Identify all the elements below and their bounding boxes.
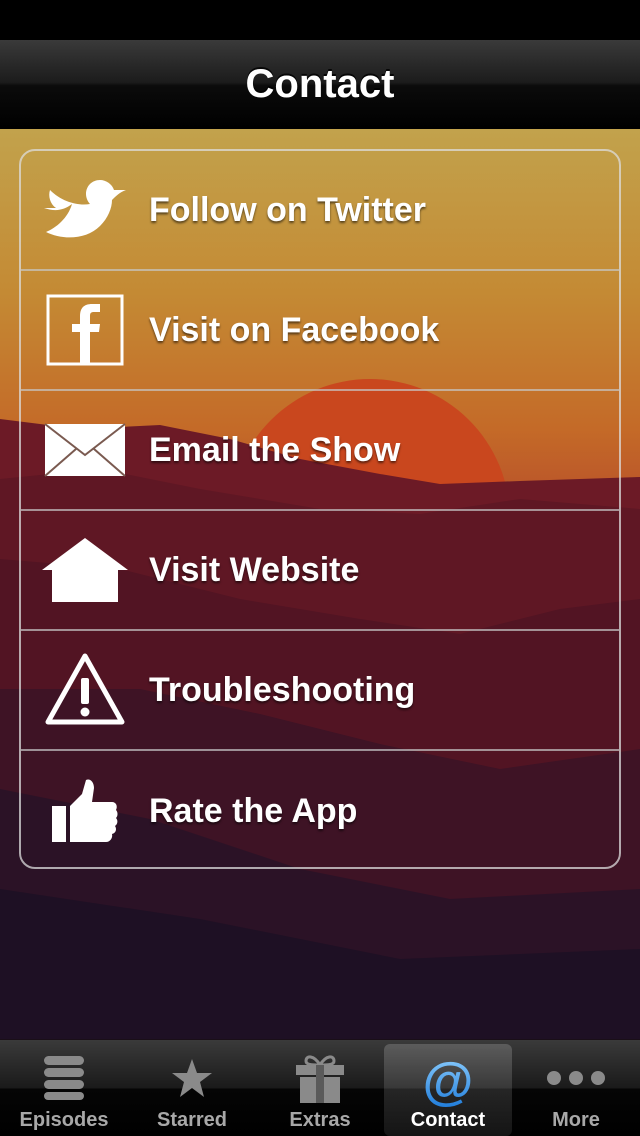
contact-row-email[interactable]: Email the Show [21, 391, 619, 511]
tab-episodes[interactable]: Episodes [0, 1040, 128, 1136]
contact-row-label: Rate the App [149, 791, 358, 830]
svg-text:@: @ [423, 1055, 474, 1109]
tab-bar: Episodes Starred Extras @ Contact More [0, 1040, 640, 1136]
contact-row-website[interactable]: Visit Website [21, 511, 619, 631]
tab-label: Contact [410, 1109, 486, 1131]
envelope-icon [37, 402, 133, 498]
tab-label: Episodes [19, 1109, 109, 1131]
tab-contact[interactable]: @ Contact [384, 1044, 512, 1136]
contact-row-label: Email the Show [149, 430, 401, 469]
navigation-bar: Contact [0, 40, 640, 129]
contact-row-facebook[interactable]: Visit on Facebook [21, 271, 619, 391]
page-title: Contact [245, 61, 395, 106]
contact-row-label: Follow on Twitter [149, 190, 426, 229]
contact-row-rate[interactable]: Rate the App [21, 751, 619, 867]
thumbs-up-icon [37, 763, 133, 859]
contact-row-twitter[interactable]: Follow on Twitter [21, 151, 619, 271]
contact-row-troubleshooting[interactable]: Troubleshooting [21, 631, 619, 751]
gift-icon [256, 1050, 384, 1106]
house-icon [37, 522, 133, 618]
twitter-bird-icon [37, 162, 133, 258]
tab-label: More [552, 1109, 600, 1131]
facebook-icon [37, 282, 133, 378]
contact-row-label: Visit Website [149, 550, 360, 589]
list-icon [0, 1050, 128, 1106]
warning-icon [37, 642, 133, 738]
contact-row-label: Visit on Facebook [149, 310, 440, 349]
tab-extras[interactable]: Extras [256, 1040, 384, 1136]
tab-label: Extras [289, 1109, 351, 1131]
status-bar [0, 0, 640, 40]
at-sign-icon: @ [384, 1054, 512, 1110]
tab-starred[interactable]: Starred [128, 1040, 256, 1136]
contact-list: Follow on Twitter Visit on Facebook Emai… [19, 149, 621, 869]
contact-row-label: Troubleshooting [149, 670, 416, 709]
more-dots-icon [512, 1050, 640, 1106]
star-icon [128, 1050, 256, 1106]
tab-label: Starred [156, 1109, 228, 1131]
tab-more[interactable]: More [512, 1040, 640, 1136]
